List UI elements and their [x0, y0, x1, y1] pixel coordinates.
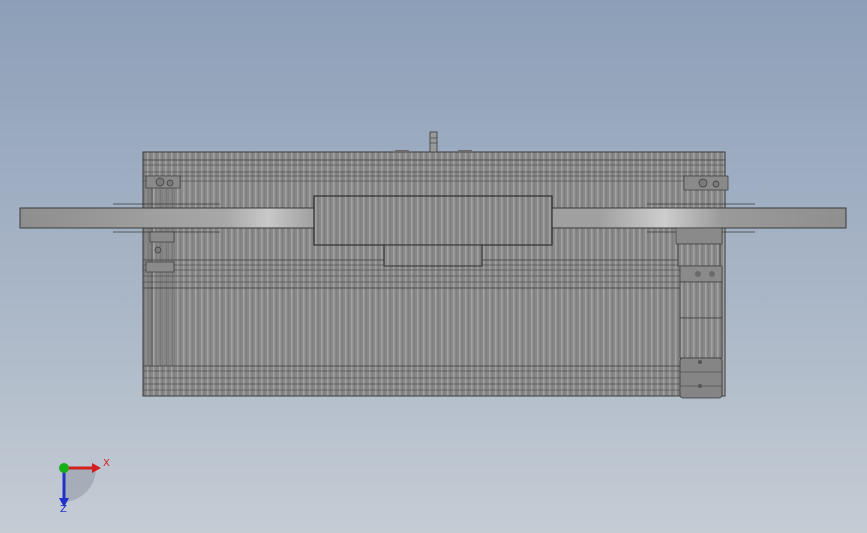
- y-axis-dot: [59, 463, 69, 473]
- x-axis-label: X: [103, 458, 110, 469]
- model-front-view[interactable]: [0, 0, 867, 533]
- housing[interactable]: [142, 151, 726, 397]
- graphics-viewport[interactable]: X Z: [0, 0, 867, 533]
- reference-triad: [59, 463, 101, 507]
- top-fitting[interactable]: [395, 131, 472, 153]
- x-axis-head: [92, 463, 101, 473]
- z-axis-label: Z: [60, 504, 67, 515]
- triad-plane: [64, 468, 96, 502]
